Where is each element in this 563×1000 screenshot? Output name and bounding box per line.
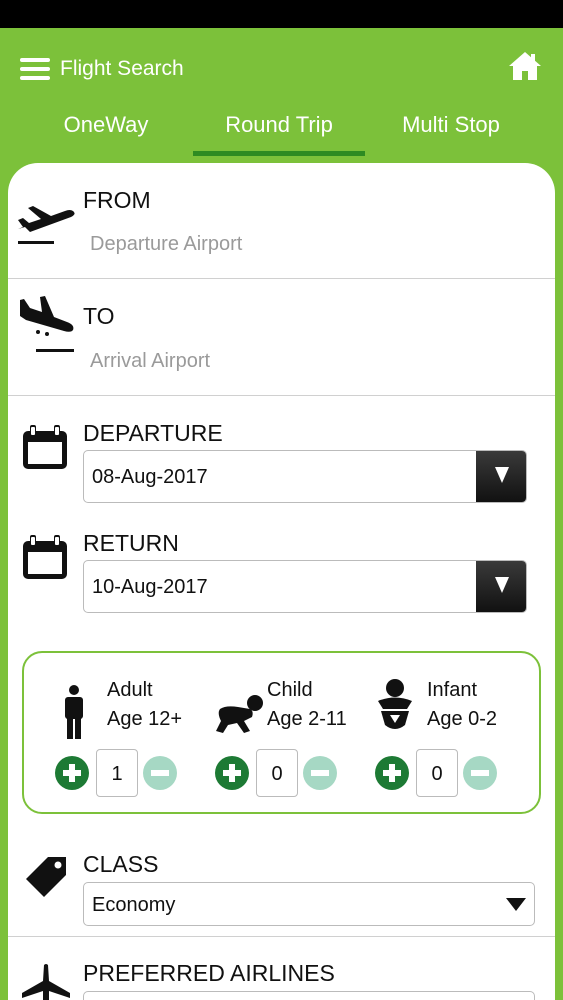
return-label: RETURN (83, 530, 179, 556)
adult-minus-button[interactable] (143, 756, 177, 790)
adult-age: Age 12+ (107, 708, 183, 730)
preferred-airlines-label: PREFERRED AIRLINES (83, 960, 335, 986)
from-label: FROM (83, 187, 151, 213)
adult-plus-button[interactable] (55, 756, 89, 790)
child-plus-button[interactable] (215, 756, 249, 790)
active-tab-indicator (193, 151, 365, 156)
adult-count-input[interactable]: 1 (96, 749, 138, 797)
passenger-selector: Adult Age 12+ 1 Child Age 2-11 0 Infant … (22, 651, 541, 814)
tab-multi-stop[interactable]: Multi Stop (365, 112, 537, 138)
divider (8, 278, 555, 279)
infant-plus-button[interactable] (375, 756, 409, 790)
to-airport-input[interactable]: Arrival Airport (90, 350, 210, 373)
menu-icon[interactable] (20, 58, 50, 84)
plane-takeoff-icon (18, 206, 75, 244)
to-label: TO (83, 303, 115, 329)
class-value: Economy (92, 894, 176, 916)
chevron-down-icon[interactable] (476, 451, 526, 502)
departure-date-select[interactable]: 08-Aug-2017 (83, 450, 527, 503)
calendar-icon (23, 535, 67, 579)
app-bar: Flight Search OneWay Round Trip Multi St… (0, 28, 563, 163)
adult-label: Adult (107, 679, 153, 701)
infant-label: Infant (427, 679, 478, 701)
child-count-input[interactable]: 0 (256, 749, 298, 797)
child-icon (216, 695, 263, 733)
class-select[interactable]: Economy (83, 882, 535, 926)
child-label: Child (267, 679, 313, 701)
airplane-icon (22, 964, 70, 1000)
tab-oneway[interactable]: OneWay (20, 112, 192, 138)
departure-date-value: 08-Aug-2017 (92, 466, 208, 488)
child-age: Age 2-11 (267, 708, 347, 730)
page-title: Flight Search (60, 57, 184, 80)
return-date-value: 10-Aug-2017 (92, 576, 208, 598)
preferred-airlines-select[interactable] (83, 991, 535, 1000)
tag-icon (26, 857, 66, 897)
infant-age: Age 0-2 (427, 708, 498, 730)
flight-search-form: FROM Departure Airport TO Arrival Airpor… (8, 163, 555, 1000)
chevron-down-icon[interactable] (476, 561, 526, 612)
infant-minus-button[interactable] (463, 756, 497, 790)
return-date-select[interactable]: 10-Aug-2017 (83, 560, 527, 613)
class-label: CLASS (83, 851, 159, 877)
plane-landing-icon (20, 296, 74, 352)
departure-label: DEPARTURE (83, 420, 223, 446)
child-minus-button[interactable] (303, 756, 337, 790)
from-airport-input[interactable]: Departure Airport (90, 233, 242, 256)
chevron-down-icon (506, 898, 526, 911)
divider (8, 936, 555, 937)
infant-icon (378, 679, 412, 729)
tab-round-trip[interactable]: Round Trip (193, 112, 365, 138)
status-bar (0, 0, 563, 28)
calendar-icon (23, 425, 67, 469)
divider (8, 395, 555, 396)
infant-count-input[interactable]: 0 (416, 749, 458, 797)
adult-icon (65, 685, 83, 739)
home-icon[interactable] (508, 50, 542, 82)
